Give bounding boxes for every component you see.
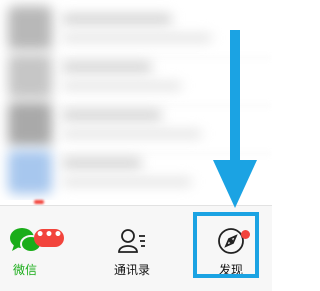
avatar (8, 6, 52, 50)
avatar (8, 54, 52, 98)
unread-dot (34, 200, 44, 204)
tab-label: 微信 (12, 263, 37, 277)
chat-title-placeholder (62, 14, 172, 24)
avatar (8, 150, 52, 194)
chat-preview-placeholder (62, 34, 212, 42)
chat-preview-placeholder (62, 130, 202, 138)
chat-list (0, 0, 272, 200)
tab-chats[interactable]: 微信 (0, 206, 90, 291)
chat-title-placeholder (62, 110, 162, 120)
highlight-box (193, 212, 259, 278)
chat-preview-placeholder (62, 82, 182, 90)
unread-badge: ••• (34, 228, 64, 247)
contacts-icon (117, 226, 147, 256)
avatar (8, 102, 52, 146)
list-item[interactable] (0, 144, 272, 200)
tab-label: 通讯录 (113, 263, 150, 277)
tab-contacts[interactable]: 通讯录 (87, 206, 177, 291)
chat-preview-placeholder (62, 178, 192, 186)
chat-title-placeholder (62, 62, 152, 72)
chat-title-placeholder (62, 158, 142, 168)
